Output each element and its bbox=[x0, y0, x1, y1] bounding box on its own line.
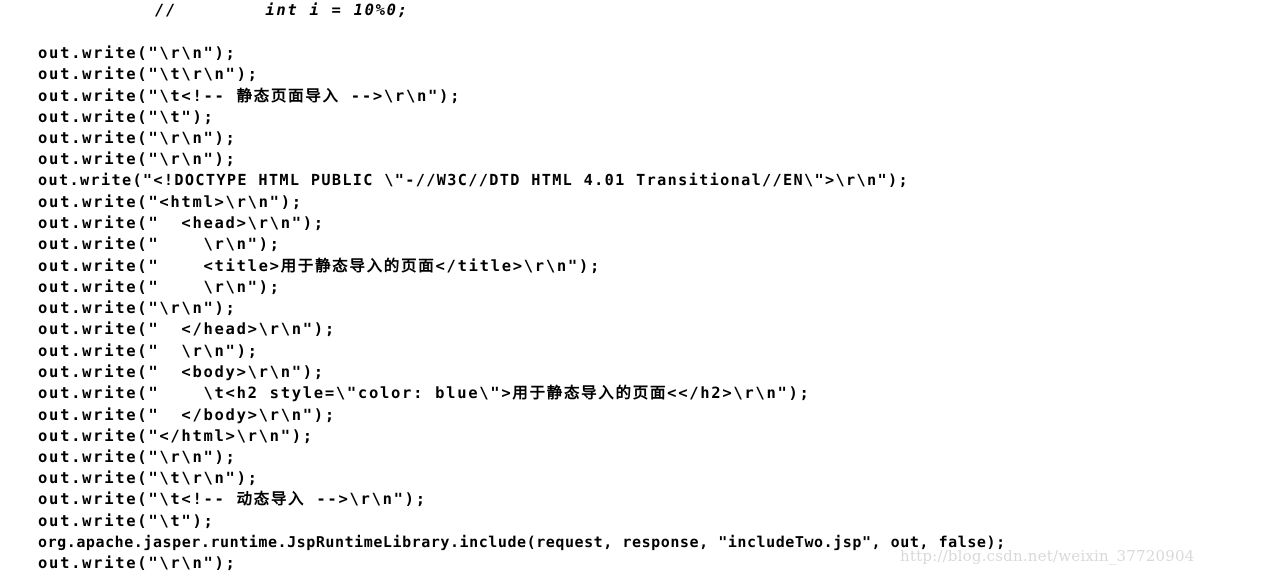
code-line: out.write("<!DOCTYPE HTML PUBLIC \"-//W3… bbox=[38, 171, 909, 189]
code-line: out.write(" </body>\r\n"); bbox=[38, 406, 336, 424]
code-line: out.write(" </head>\r\n"); bbox=[38, 320, 336, 338]
code-comment-line: // int i = 10%0; bbox=[155, 1, 409, 19]
code-line: out.write("\t\r\n"); bbox=[38, 65, 259, 83]
code-line: out.write("\r\n"); bbox=[38, 448, 237, 466]
code-line: out.write("\t"); bbox=[38, 512, 215, 530]
code-line: out.write("\r\n"); bbox=[38, 150, 237, 168]
code-line: org.apache.jasper.runtime.JspRuntimeLibr… bbox=[38, 533, 1006, 551]
code-line: out.write("\r\n"); bbox=[38, 44, 237, 62]
code-line: out.write(" <head>\r\n"); bbox=[38, 214, 325, 232]
code-line: out.write(" <body>\r\n"); bbox=[38, 363, 325, 381]
code-line: out.write(" \r\n"); bbox=[38, 278, 281, 296]
code-line: out.write(" \r\n"); bbox=[38, 235, 281, 253]
code-line: out.write(" \r\n"); bbox=[38, 342, 259, 360]
code-line: out.write("\t<!-- 静态页面导入 -->\r\n"); bbox=[38, 87, 462, 105]
code-line: out.write("<html>\r\n"); bbox=[38, 193, 303, 211]
code-line: out.write("\r\n"); bbox=[38, 129, 237, 147]
code-line: out.write("</html>\r\n"); bbox=[38, 427, 314, 445]
code-line: out.write(" <title>用于静态导入的页面</title>\r\n… bbox=[38, 257, 601, 275]
code-line: out.write("\t"); bbox=[38, 108, 215, 126]
code-line: out.write("\r\n"); bbox=[38, 554, 237, 572]
code-line: out.write("\t\r\n"); bbox=[38, 469, 259, 487]
code-line: out.write(" \t<h2 style=\"color: blue\">… bbox=[38, 384, 811, 402]
code-line: out.write("\r\n"); bbox=[38, 299, 237, 317]
code-view: // int i = 10%0; out.write("\r\n"); out.w… bbox=[0, 0, 1273, 575]
code-line: out.write("\t<!-- 动态导入 -->\r\n"); bbox=[38, 490, 427, 508]
